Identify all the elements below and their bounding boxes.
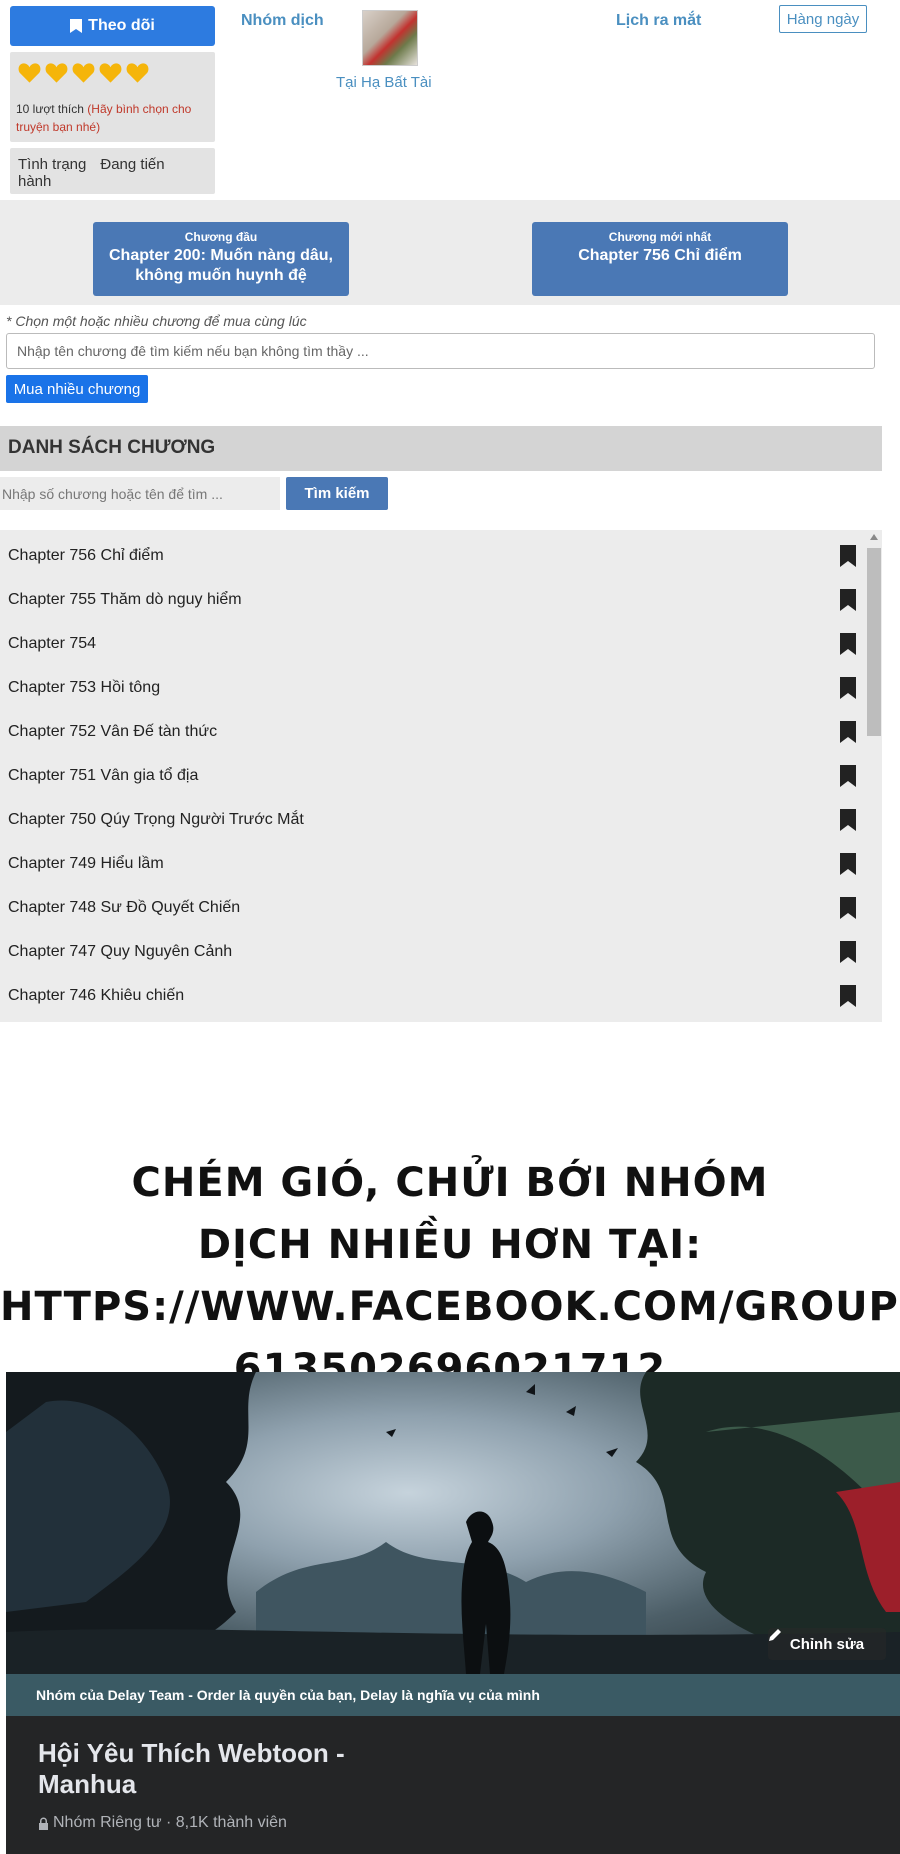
lock-icon — [39, 1817, 48, 1830]
like-count-text: 10 lượt thích (Hãy bình chọn cho truyện … — [16, 100, 212, 136]
chapter-list: Chapter 756 Chỉ điểm Chapter 755 Thăm dò… — [0, 530, 882, 1022]
chapter-row[interactable]: Chapter 751 Vân gia tổ địa — [0, 754, 866, 798]
follow-button[interactable]: Theo dõi — [10, 6, 215, 46]
buy-chapters-area: * Chọn một hoặc nhiều chương để mua cùng… — [0, 305, 882, 410]
chapter-title[interactable]: Chapter 747 Quy Nguyên Cảnh — [8, 943, 232, 961]
chapter-title[interactable]: Chapter 753 Hồi tông — [8, 679, 160, 697]
bookmark-icon[interactable] — [840, 721, 856, 743]
cover-artwork — [6, 1372, 900, 1674]
chapter-row[interactable]: Chapter 746 Khiêu chiến — [0, 974, 866, 1018]
bookmark-icon[interactable] — [840, 677, 856, 699]
bookmark-icon[interactable] — [840, 633, 856, 655]
bookmark-icon[interactable] — [840, 853, 856, 875]
scroll-up-arrow-icon[interactable] — [870, 534, 878, 540]
facebook-group-card: Chỉnh sửa Nhóm của Delay Team - Order là… — [6, 1372, 900, 1854]
chapter-title[interactable]: Chapter 752 Vân Đế tàn thức — [8, 723, 217, 741]
chapter-row[interactable]: Chapter 755 Thăm dò nguy hiểm — [0, 578, 866, 622]
banner-line: CHÉM GIÓ, CHỬI BỚI NHÓM — [131, 1160, 769, 1206]
chapter-title[interactable]: Chapter 755 Thăm dò nguy hiểm — [8, 591, 242, 609]
heart-icon[interactable] — [45, 62, 68, 84]
rating-hearts[interactable] — [18, 62, 149, 84]
chapter-row[interactable]: Chapter 756 Chỉ điểm — [0, 534, 866, 578]
chapter-search-button[interactable]: Tìm kiếm — [286, 477, 388, 510]
chapter-list-title: DANH SÁCH CHƯƠNG — [0, 426, 882, 471]
chapter-title[interactable]: Chapter 756 Chỉ điểm — [8, 547, 164, 565]
chapter-title[interactable]: Chapter 751 Vân gia tổ địa — [8, 767, 198, 785]
chapter-row[interactable]: Chapter 752 Vân Đế tàn thức — [0, 710, 866, 754]
chapter-row[interactable]: Chapter 754 — [0, 622, 866, 666]
chapter-title[interactable]: Chapter 754 — [8, 635, 96, 653]
heart-icon[interactable] — [99, 62, 122, 84]
bookmark-icon[interactable] — [840, 897, 856, 919]
chapter-search-input[interactable]: Nhập số chương hoặc tên để tìm ... — [0, 477, 280, 510]
chapter-title[interactable]: Chapter 750 Qúy Trọng Người Trước Mắt — [8, 811, 304, 829]
like-box: 10 lượt thích (Hãy bình chọn cho truyện … — [10, 52, 215, 142]
latest-chapter-button[interactable]: Chương mới nhất Chapter 756 Chỉ điểm — [532, 222, 788, 296]
schedule-button[interactable]: Hàng ngày — [779, 5, 867, 33]
latest-chapter-caption: Chương mới nhất — [608, 230, 712, 244]
chapter-buy-search-input[interactable]: Nhập tên chương đê tìm kiếm nếu bạn khôn… — [6, 333, 875, 369]
bookmark-icon[interactable] — [840, 941, 856, 963]
first-chapter-button[interactable]: Chương đầu Chapter 200: Muốn nàng dâu, k… — [93, 222, 349, 296]
fb-group-meta: Nhóm Riêng tư · 8,1K thành viên — [38, 1814, 287, 1832]
chapter-row[interactable]: Chapter 747 Quy Nguyên Cảnh — [0, 930, 866, 974]
heart-icon[interactable] — [72, 62, 95, 84]
bookmark-icon[interactable] — [840, 589, 856, 611]
chapter-title[interactable]: Chapter 749 Hiểu lầm — [8, 855, 164, 873]
chapter-row[interactable]: Chapter 753 Hồi tông — [0, 666, 866, 710]
first-chapter-caption: Chương đầu — [184, 230, 258, 244]
group-cover-image: Chỉnh sửa — [6, 1372, 900, 1674]
group-avatar[interactable] — [362, 10, 418, 66]
bookmark-icon[interactable] — [840, 545, 856, 567]
chapter-title[interactable]: Chapter 746 Khiêu chiến — [8, 987, 184, 1005]
buy-note: * Chọn một hoặc nhiều chương để mua cùng… — [6, 313, 307, 329]
promo-banner: CHÉM GIÓ, CHỬI BỚI NHÓM DỊCH NHIỀU HƠN T… — [0, 1022, 900, 1392]
like-count: 10 lượt thích — [16, 102, 84, 116]
chapter-list-scrollbar[interactable] — [866, 530, 882, 1022]
bookmark-icon[interactable] — [840, 985, 856, 1007]
heart-icon[interactable] — [126, 62, 149, 84]
chapter-row[interactable]: Chapter 749 Hiểu lầm — [0, 842, 866, 886]
banner-text: CHÉM GIÓ, CHỬI BỚI NHÓM DỊCH NHIỀU HƠN T… — [0, 1152, 900, 1400]
bookmark-icon[interactable] — [840, 765, 856, 787]
edit-cover-label: Chỉnh sửa — [789, 1635, 865, 1653]
edit-cover-button[interactable]: Chỉnh sửa — [768, 1628, 886, 1660]
fb-group-privacy-members: Nhóm Riêng tư · 8,1K thành viên — [53, 1814, 287, 1831]
bookmark-icon — [70, 19, 83, 33]
pencil-icon — [769, 1629, 781, 1641]
bookmark-icon[interactable] — [840, 809, 856, 831]
latest-chapter-title: Chapter 756 Chỉ điểm — [578, 247, 742, 264]
follow-label: Theo dõi — [88, 17, 155, 34]
group-info-strip[interactable]: Nhóm của Delay Team - Order là quyền của… — [6, 1674, 900, 1716]
banner-line: HTTPS://WWW.FACEBOOK.COM/GROUPS/ — [0, 1284, 900, 1330]
manga-info-panel: Theo dõi 10 lượt thích (Hãy bình chọn ch… — [0, 0, 882, 200]
group-name-link[interactable]: Tại Hạ Bất Tài — [336, 74, 432, 91]
banner-line: DỊCH NHIỀU HƠN TẠI: — [197, 1222, 703, 1268]
fb-group-name[interactable]: Hội Yêu Thích Webtoon - Manhua — [38, 1738, 438, 1800]
scroll-thumb[interactable] — [867, 548, 881, 736]
chapter-nav-strip: Chương đầu Chapter 200: Muốn nàng dâu, k… — [0, 200, 900, 305]
translation-group-label: Nhóm dịch — [241, 12, 324, 29]
buy-multiple-button[interactable]: Mua nhiều chương — [6, 375, 148, 403]
first-chapter-title: Chapter 200: Muốn nàng dâu, không muốn h… — [108, 247, 333, 284]
chapter-row[interactable]: Chapter 748 Sư Đồ Quyết Chiến — [0, 886, 866, 930]
chapter-title[interactable]: Chapter 748 Sư Đồ Quyết Chiến — [8, 899, 240, 917]
release-schedule-label: Lịch ra mắt — [616, 12, 702, 29]
status-label: Tình trạng — [18, 156, 87, 173]
heart-icon[interactable] — [18, 62, 41, 84]
chapter-row[interactable]: Chapter 750 Qúy Trọng Người Trước Mắt — [0, 798, 866, 842]
status-box: Tình trạng Đang tiến hành — [10, 148, 215, 194]
